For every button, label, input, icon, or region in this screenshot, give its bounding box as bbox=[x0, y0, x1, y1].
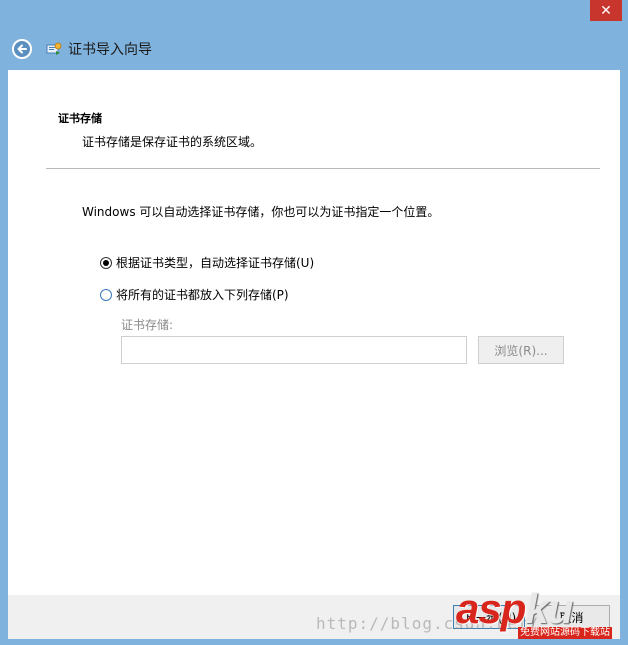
watermark-logo: aspku bbox=[456, 585, 573, 632]
section-description: 证书存储是保存证书的系统区域。 bbox=[82, 135, 263, 149]
browse-button[interactable]: 浏览(R)... bbox=[478, 336, 564, 364]
close-button[interactable]: ✕ bbox=[590, 0, 622, 21]
radio-place-in-store-label: 将所有的证书都放入下列存储(P) bbox=[116, 288, 289, 302]
watermark-subtitle: 免费网站源码下载站 bbox=[518, 627, 612, 639]
divider bbox=[46, 168, 600, 169]
radio-button-unselected[interactable] bbox=[100, 288, 112, 301]
intro-text: Windows 可以自动选择证书存储，你也可以为证书指定一个位置。 bbox=[82, 205, 440, 219]
wizard-header: 证书导入向导 bbox=[12, 38, 152, 60]
radio-auto-select-label: 根据证书类型，自动选择证书存储(U) bbox=[116, 256, 315, 270]
radio-place-in-store[interactable]: 将所有的证书都放入下列存储(P) bbox=[100, 286, 289, 303]
store-input[interactable] bbox=[121, 336, 467, 364]
certificate-icon bbox=[46, 42, 62, 55]
store-label: 证书存储: bbox=[121, 318, 174, 332]
wizard-content: 证书存储 证书存储是保存证书的系统区域。 Windows 可以自动选择证书存储，… bbox=[8, 70, 620, 595]
close-icon: ✕ bbox=[600, 2, 612, 19]
back-arrow-icon bbox=[17, 44, 27, 54]
wizard-window: ✕ 证书导入向导 证书存储 证书存储是保存证书的系统区域。 Windows 可以… bbox=[0, 0, 628, 645]
logo-ku: ku bbox=[525, 585, 573, 632]
section-title: 证书存储 bbox=[58, 112, 102, 125]
radio-auto-select[interactable]: 根据证书类型，自动选择证书存储(U) bbox=[100, 254, 314, 271]
wizard-title: 证书导入向导 bbox=[68, 42, 152, 58]
radio-button-selected[interactable] bbox=[100, 256, 112, 269]
back-button[interactable] bbox=[12, 39, 32, 59]
logo-asp: asp bbox=[456, 585, 526, 632]
